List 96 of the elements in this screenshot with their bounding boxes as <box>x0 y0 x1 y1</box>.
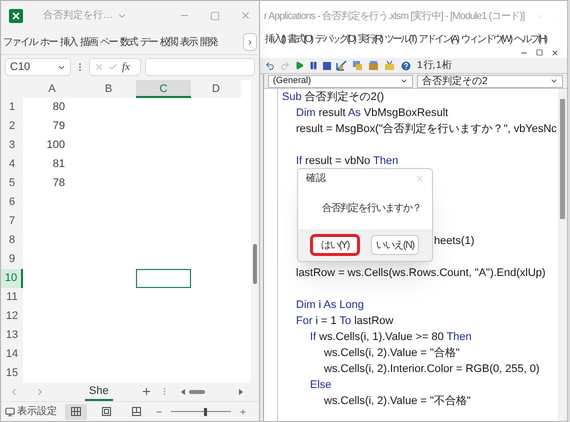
view-button[interactable] <box>65 404 87 420</box>
column-header[interactable]: D <box>191 80 241 98</box>
grid-icon <box>71 407 81 416</box>
pause-icon[interactable] <box>309 61 318 70</box>
name-box[interactable]: C10 <box>5 58 71 76</box>
monitor-icon <box>5 406 15 417</box>
row-header[interactable]: 2 <box>1 116 23 136</box>
procedure-dropdown[interactable]: 合否判定その2 <box>417 74 563 88</box>
menu-item[interactable]: 挿入(I) <box>265 32 284 46</box>
code-line: ws.Cells(i, 2).Value = "不合格" <box>324 394 471 409</box>
ribbon-tab[interactable]: ファイル <box>3 34 37 50</box>
formula-input[interactable] <box>145 58 255 76</box>
column-header[interactable]: A <box>23 80 81 98</box>
horizontal-scrollbar[interactable] <box>180 388 243 395</box>
row-header[interactable]: 10 <box>1 268 23 288</box>
ribbon-tab[interactable]: 校閲 <box>160 34 177 50</box>
object-dropdown[interactable]: (General) <box>268 74 413 88</box>
row-header[interactable]: 13 <box>1 326 23 345</box>
table-cell-text: 78 <box>52 176 65 191</box>
row-header[interactable]: 3 <box>1 136 23 155</box>
ribbon-tab[interactable]: 表示 <box>180 34 197 50</box>
redo-icon[interactable] <box>280 60 290 70</box>
help-icon[interactable] <box>400 60 412 72</box>
dialog-title: 確認 <box>306 172 326 186</box>
code-line: Else <box>310 378 332 393</box>
row-header[interactable]: 11 <box>1 288 23 307</box>
menu-item[interactable]: アドイン(A) <box>418 32 458 46</box>
code-line: For i = 1 To lastRow <box>296 314 394 329</box>
more-tabs-button[interactable]: › <box>243 33 257 52</box>
run-icon[interactable] <box>295 61 304 70</box>
code-line: Dim result As VbMsgBoxResult <box>296 106 448 121</box>
spreadsheet-logo-icon <box>9 8 23 23</box>
ribbon-tab[interactable]: 開発 <box>200 34 217 50</box>
ribbon-tab[interactable]: ホー <box>40 34 57 50</box>
toolbox-icon[interactable] <box>384 60 395 71</box>
row-header[interactable]: 9 <box>1 250 23 269</box>
menu-item[interactable]: ツール(T) <box>384 32 416 46</box>
cancel-icon[interactable] <box>94 62 104 72</box>
row-header[interactable]: 1 <box>1 98 23 117</box>
ribbon-tab[interactable]: 描画 <box>80 34 97 50</box>
row-header[interactable]: 5 <box>1 174 23 193</box>
stop-icon[interactable] <box>323 62 331 70</box>
properties-icon[interactable] <box>368 60 379 71</box>
table-cell-text: 81 <box>52 156 65 172</box>
ribbon-tab[interactable]: デー <box>140 34 157 50</box>
dialog-message: 合否判定を行いますか？ <box>322 202 421 216</box>
menu-item[interactable]: ウィンドウ(W) <box>460 32 511 46</box>
code-line: Sub 合否判定その2() <box>282 90 384 105</box>
undo-icon[interactable] <box>265 60 275 70</box>
project-explorer-icon[interactable] <box>352 60 363 71</box>
row-header[interactable]: 15 <box>1 364 23 383</box>
display-settings-button[interactable]: 表示設定 <box>5 404 57 420</box>
code-line: ws.Cells(i, 2).Interior.Color = RGB(0, 255, 0) <box>324 362 540 377</box>
check-icon[interactable] <box>108 62 118 72</box>
row-header[interactable]: 7 <box>1 212 23 231</box>
code-line: lastRow = ws.Cells(ws.Rows.Count, "A").End(xlUp) <box>296 266 546 281</box>
add-sheet-icon[interactable] <box>140 386 152 398</box>
row-header[interactable]: 8 <box>1 230 23 250</box>
menu-item[interactable]: ヘルプ(H) <box>514 32 546 46</box>
column-header[interactable]: B <box>81 80 136 98</box>
code-line: If ws.Cells(i, 1).Value >= 80 Then <box>310 330 472 345</box>
row-header[interactable]: 12 <box>1 306 23 326</box>
caret-icon <box>550 77 558 85</box>
design-mode-icon[interactable] <box>336 60 347 71</box>
code-line: Dim i As Long <box>296 298 364 313</box>
ribbon-tab[interactable]: ペー <box>100 34 117 50</box>
restore-icon[interactable] <box>536 49 543 56</box>
vertical-scrollbar[interactable] <box>558 89 567 421</box>
code-line: ws.Cells(i, 2).Value = "合格" <box>324 346 460 361</box>
table-cell-text: 80 <box>52 100 65 115</box>
menu-item[interactable]: 実行(R) <box>358 32 382 46</box>
zoom-slider[interactable] <box>171 408 231 416</box>
selected-cell-outline <box>136 268 191 288</box>
window-title: r Applications - 合否判定を行う.xlsm [実行中] - [Module1 (コード)] <box>264 10 524 24</box>
page-icon <box>102 407 110 416</box>
ribbon-tab[interactable]: 数式 <box>120 34 137 50</box>
function-button[interactable]: fx <box>122 59 130 76</box>
dialog-button[interactable]: いいえ(N) <box>371 235 419 255</box>
caret-icon <box>400 77 408 85</box>
cursor-position: 1 行, 1 桁 <box>417 58 452 73</box>
menu-item[interactable]: デバッグ(D) <box>314 32 355 46</box>
page-break-icon <box>132 407 140 416</box>
row-header[interactable]: 14 <box>1 344 23 364</box>
zoom-in-icon[interactable] <box>239 408 247 416</box>
code-line: If result = vbNo Then <box>296 154 398 169</box>
dialog-button[interactable]: はい(Y) <box>311 235 359 255</box>
slider-thumb[interactable] <box>204 408 207 416</box>
table-cell-text: 100 <box>46 138 65 153</box>
column-header[interactable]: C <box>136 80 191 98</box>
row-header[interactable]: 6 <box>1 192 23 212</box>
menu-item[interactable]: 書式(O) <box>287 32 312 46</box>
table-cell-text: 79 <box>52 118 65 134</box>
row-header[interactable]: 4 <box>1 154 23 174</box>
code-line: heets(1) <box>434 234 474 249</box>
ribbon-tab[interactable]: 挿入 <box>60 34 77 50</box>
code-line: result = MsgBox("合否判定を行いますか？", vbYesNc <box>296 122 557 137</box>
